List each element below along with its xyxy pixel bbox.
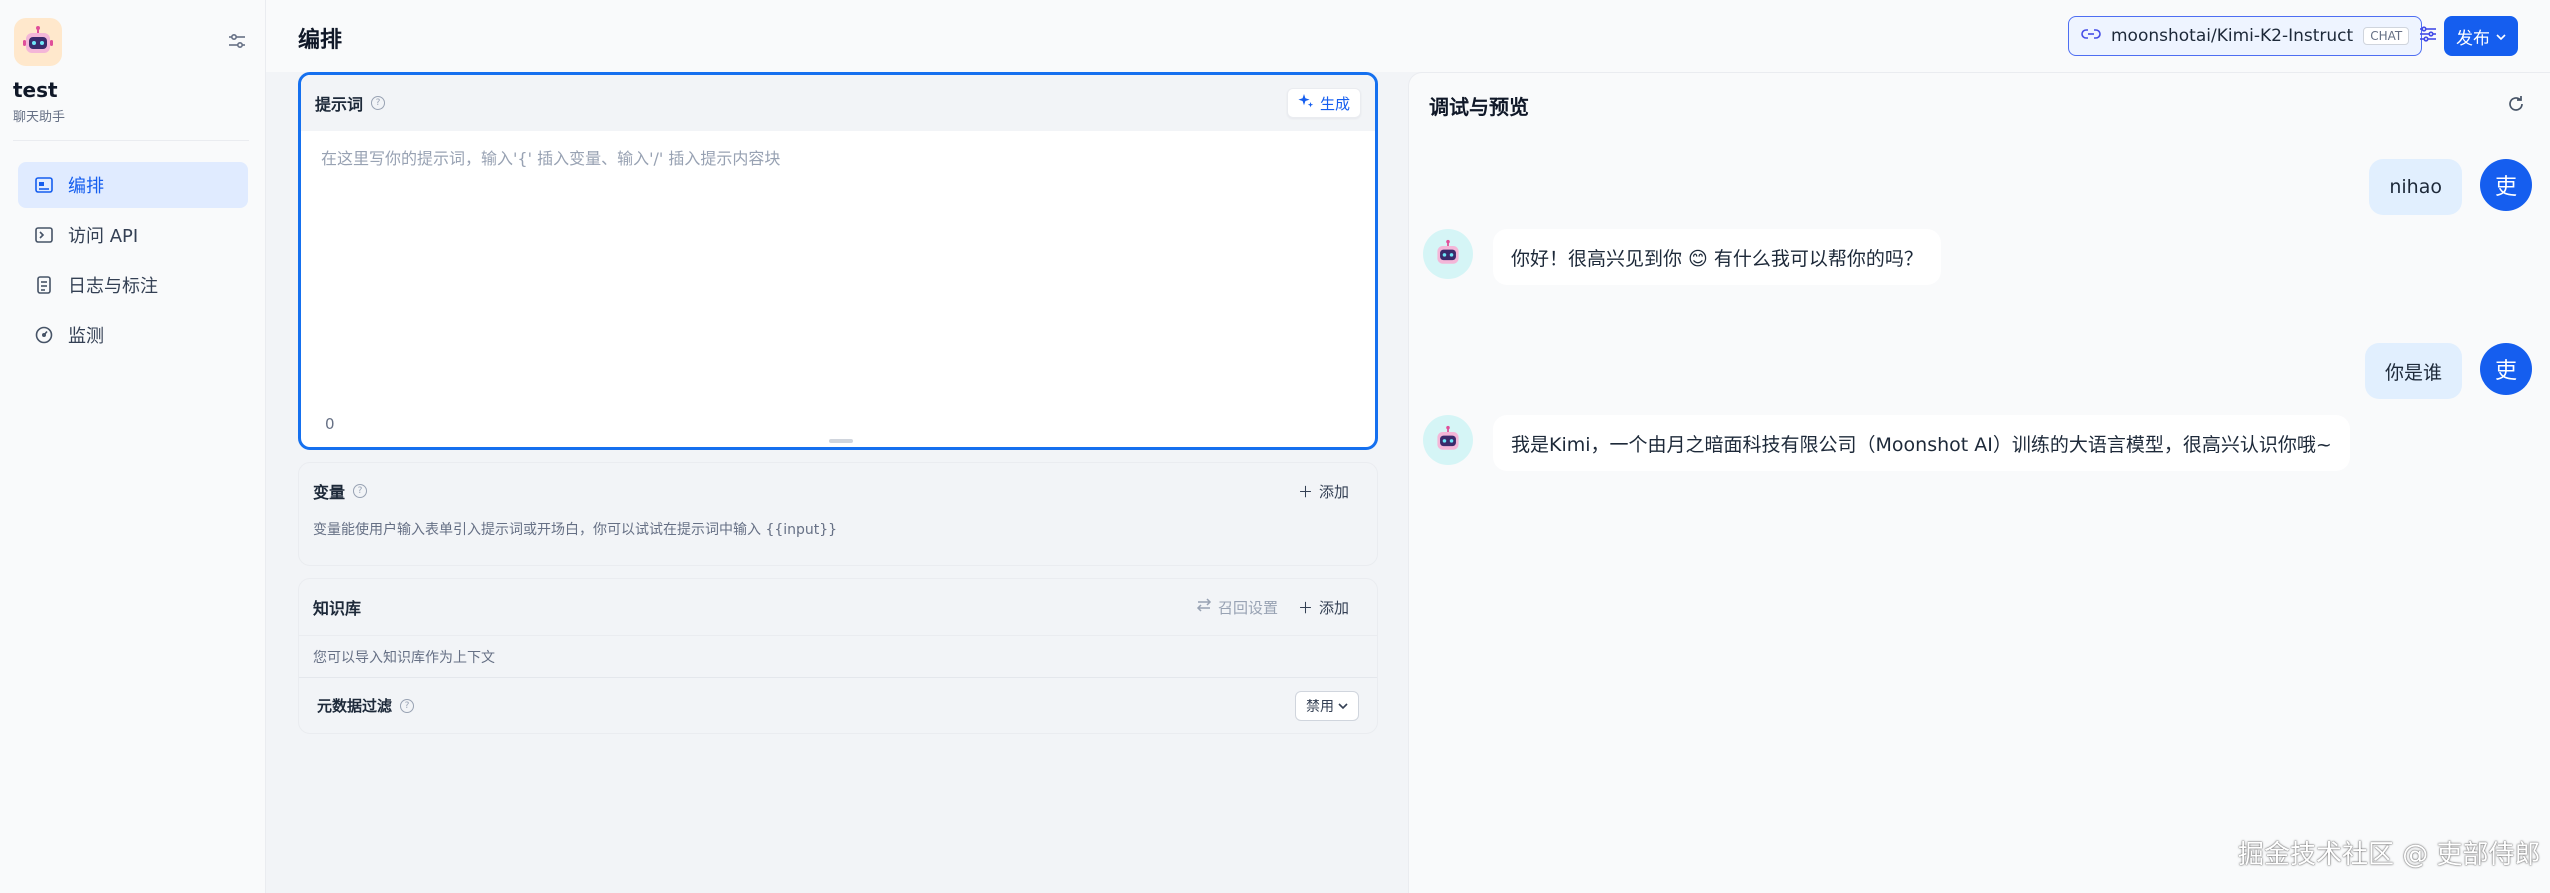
chat-message-user: nihao 吏 — [2369, 159, 2532, 215]
help-icon[interactable]: ? — [400, 698, 415, 713]
chat-message-assistant: 你好！很高兴见到你 😊 有什么我可以帮你的吗？ — [1423, 229, 1941, 285]
sidebar-item-api[interactable]: 访问 API — [18, 212, 248, 258]
sidebar-item-orchestrate[interactable]: 编排 — [18, 162, 248, 208]
model-settings-icon[interactable] — [2419, 25, 2437, 47]
sparkle-icon — [1298, 93, 1314, 113]
prompt-header: 提示词 ? 生成 — [301, 75, 1375, 131]
publish-label: 发布 — [2456, 28, 2490, 49]
watermark: 掘金技术社区 @ 吏部侍郎 — [2238, 840, 2541, 870]
user-message-bubble: nihao — [2369, 159, 2462, 215]
preview-title: 调试与预览 — [1429, 95, 1529, 119]
top-header: 编排 moonshotai/Kimi-K2-Instruct CHAT 发布 — [266, 0, 2550, 72]
plus-icon: ＋ — [1297, 598, 1313, 617]
plus-icon: ＋ — [1297, 482, 1313, 501]
app-type: 聊天助手 — [13, 110, 66, 125]
bot-avatar-icon — [1423, 415, 1473, 465]
page-title: 编排 — [298, 28, 343, 53]
resize-handle[interactable] — [829, 439, 853, 443]
app-robot-icon[interactable] — [14, 18, 62, 66]
chat-message-user: 你是谁 吏 — [2364, 343, 2532, 399]
add-label: 添加 — [1318, 482, 1349, 501]
prompt-editor-card: 提示词 ? 生成 在这里写你的提示词，输入'{' 插入变量、输入'/' 插入提示… — [298, 72, 1378, 450]
user-message-bubble: 你是谁 — [2364, 343, 2462, 399]
generate-label: 生成 — [1319, 94, 1350, 113]
terminal-icon — [34, 225, 54, 245]
sidebar-nav: 编排 访问 API 日志与标注 监测 — [18, 162, 248, 362]
chevron-down-icon — [2496, 26, 2506, 46]
model-name: moonshotai/Kimi-K2-Instruct — [2111, 26, 2354, 46]
sidebar-item-label: 日志与标注 — [68, 276, 158, 297]
add-variable-button[interactable]: ＋ 添加 — [1284, 481, 1363, 502]
publish-button[interactable]: 发布 — [2444, 16, 2518, 56]
debug-preview-panel: 调试与预览 nihao 吏 你好！很高兴见到你 😊 有什么我可以帮你的吗？ 你是… — [1408, 72, 2550, 893]
sidebar-settings-icon[interactable] — [224, 30, 250, 52]
assistant-message-bubble: 我是Kimi，一个由月之暗面科技有限公司（Moonshot AI）训练的大语言模… — [1493, 415, 2350, 471]
model-mode-badge: CHAT — [2363, 27, 2410, 45]
add-label: 添加 — [1318, 598, 1349, 617]
sidebar-item-label: 监测 — [68, 326, 104, 347]
knowledge-header: 知识库 召回设置 ＋ 添加 — [299, 579, 1377, 635]
recall-label: 召回设置 — [1217, 598, 1278, 617]
document-icon — [34, 275, 54, 295]
chevron-down-icon — [1338, 698, 1348, 714]
sidebar-item-label: 编排 — [68, 176, 104, 197]
knowledge-card: 知识库 召回设置 ＋ 添加 您可以导入知识库作为上下文 元数据过滤 ? 禁用 — [298, 578, 1378, 734]
knowledge-description: 您可以导入知识库作为上下文 — [299, 635, 1377, 677]
chat-message-assistant: 我是Kimi，一个由月之暗面科技有限公司（Moonshot AI）训练的大语言模… — [1423, 415, 2350, 471]
sidebar-item-monitor[interactable]: 监测 — [18, 312, 248, 358]
knowledge-title: 知识库 — [313, 599, 362, 618]
prompt-title: 提示词 — [315, 95, 364, 114]
variables-header: 变量 ? ＋ 添加 — [299, 463, 1377, 519]
help-icon[interactable]: ? — [353, 484, 368, 498]
variables-card: 变量 ? ＋ 添加 变量能使用户输入表单引入提示词或开场白，你可以试试在提示词中… — [298, 462, 1378, 566]
sidebar-item-logs[interactable]: 日志与标注 — [18, 262, 248, 308]
metadata-filter-row: 元数据过滤 ? 禁用 — [299, 677, 1377, 733]
add-knowledge-button[interactable]: ＋ 添加 — [1284, 597, 1363, 618]
sidebar-divider — [13, 140, 249, 141]
model-link-icon — [2081, 26, 2101, 46]
metadata-filter-select[interactable]: 禁用 — [1295, 690, 1359, 721]
app-name: test — [13, 78, 58, 102]
prompt-input[interactable]: 在这里写你的提示词，输入'{' 插入变量、输入'/' 插入提示内容块 — [321, 145, 780, 169]
refresh-icon[interactable] — [2503, 91, 2529, 117]
user-avatar: 吏 — [2480, 159, 2532, 211]
prompt-char-count: 0 — [325, 415, 335, 433]
model-selector-button[interactable]: moonshotai/Kimi-K2-Instruct CHAT — [2068, 16, 2437, 56]
layout-icon — [34, 175, 54, 195]
variables-title: 变量 — [313, 483, 346, 502]
variables-description: 变量能使用户输入表单引入提示词或开场白，你可以试试在提示词中输入 {{input… — [313, 522, 838, 538]
metadata-title: 元数据过滤 — [317, 697, 393, 715]
bot-avatar-icon — [1423, 229, 1473, 279]
generate-prompt-button[interactable]: 生成 — [1286, 88, 1361, 118]
assistant-message-bubble: 你好！很高兴见到你 😊 有什么我可以帮你的吗？ — [1493, 229, 1941, 285]
user-avatar: 吏 — [2480, 343, 2532, 395]
sidebar-item-label: 访问 API — [68, 226, 139, 247]
help-icon[interactable]: ? — [371, 96, 386, 110]
swap-icon — [1196, 598, 1212, 616]
gauge-icon — [34, 325, 54, 345]
metadata-filter-value: 禁用 — [1306, 698, 1334, 715]
recall-settings-button[interactable]: 召回设置 — [1196, 597, 1278, 618]
sidebar: test 聊天助手 编排 访问 API 日志与标注 监测 — [0, 0, 266, 893]
